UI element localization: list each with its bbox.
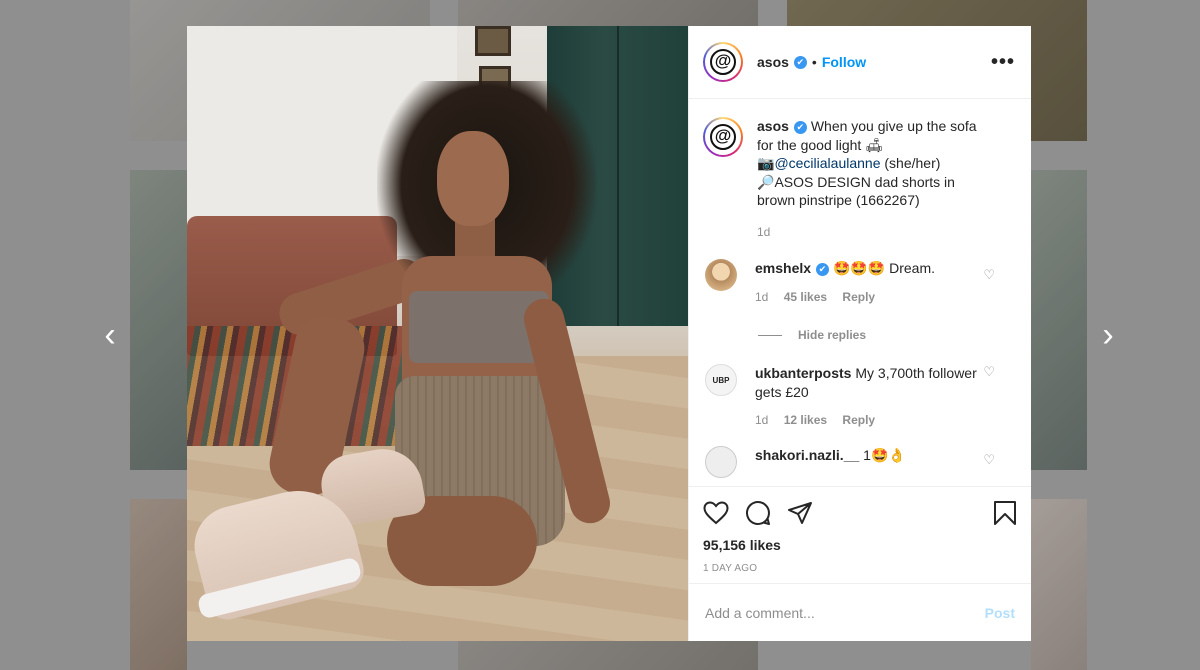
magnifier-icon: 🔎 <box>757 173 775 190</box>
verified-badge-icon: ✔ <box>816 262 830 276</box>
comment-row: shakori.nazli.__ 1🤩👌 ♡ <box>705 445 1015 478</box>
likes-count[interactable]: 95,156 likes <box>703 537 1017 553</box>
post-modal: @ asos ✔ • Follow ••• @ asos ✔ When you g… <box>187 26 1031 641</box>
verified-badge-icon: ✔ <box>793 120 807 134</box>
product-text: ASOS DESIGN dad shorts in brown pinstrip… <box>757 173 955 209</box>
comment-username[interactable]: shakori.nazli.__ <box>755 447 859 463</box>
verified-badge-icon: ✔ <box>793 55 807 69</box>
comments-list[interactable]: @ asos ✔ When you give up the sofa for th… <box>689 99 1031 486</box>
next-arrow-icon[interactable]: › <box>1093 315 1123 355</box>
comment-body: ukbanterposts My 3,700th follower gets £… <box>755 364 985 430</box>
action-icons <box>703 497 1017 529</box>
mention-link[interactable]: @cecilialaulanne <box>774 155 880 171</box>
caption-line: When you give up the sofa for the good l… <box>757 118 977 153</box>
caption-row: @ asos ✔ When you give up the sofa for th… <box>703 117 1015 241</box>
background-tile[interactable] <box>1031 499 1087 670</box>
more-options-icon[interactable]: ••• <box>991 51 1015 74</box>
comment-text: 1🤩👌 <box>863 446 906 463</box>
avatar[interactable] <box>705 259 737 291</box>
small-heart-icon[interactable]: ♡ <box>983 267 995 283</box>
add-comment-bar: Post <box>689 583 1031 641</box>
post-comment-button[interactable]: Post <box>985 605 1015 621</box>
post-username[interactable]: asos <box>757 54 789 70</box>
caption-text: asos ✔ When you give up the sofa for the … <box>757 117 987 241</box>
bookmark-icon[interactable] <box>993 500 1017 526</box>
pronouns: (she/her) <box>884 155 941 171</box>
asos-logo-icon: @ <box>710 49 736 75</box>
comment-text: 🤩🤩🤩 Dream. <box>832 260 936 276</box>
comment-icon[interactable] <box>745 500 771 526</box>
small-heart-icon[interactable]: ♡ <box>983 452 995 468</box>
comment-time[interactable]: 1d <box>755 290 768 304</box>
avatar[interactable] <box>705 445 737 478</box>
hide-replies-button[interactable]: Hide replies <box>758 328 1015 342</box>
separator-dot: • <box>811 54 817 70</box>
background-tile[interactable] <box>458 641 758 670</box>
comment-body: shakori.nazli.__ 1🤩👌 <box>755 446 985 465</box>
post-photo[interactable] <box>187 26 688 641</box>
follow-button[interactable]: Follow <box>822 54 866 70</box>
reply-button[interactable]: Reply <box>842 413 875 427</box>
caption-username[interactable]: asos <box>757 118 789 134</box>
heart-icon[interactable] <box>703 501 729 525</box>
comment-likes[interactable]: 12 likes <box>784 413 827 427</box>
comment-row: UBP ukbanterposts My 3,700th follower ge… <box>705 364 1015 430</box>
avatar[interactable]: UBP <box>705 364 737 396</box>
background-tile[interactable] <box>458 0 758 26</box>
comment-username[interactable]: ukbanterposts <box>755 365 851 381</box>
comment-body: emshelx ✔ 🤩🤩🤩 Dream. 1d 45 likes Reply <box>755 259 985 306</box>
asos-logo-icon: @ <box>710 124 736 150</box>
reply-button[interactable]: Reply <box>842 290 875 304</box>
comment-likes[interactable]: 45 likes <box>784 290 827 304</box>
avatar[interactable]: @ <box>703 42 743 82</box>
small-heart-icon[interactable]: ♡ <box>983 364 995 380</box>
comment-input[interactable] <box>705 604 985 621</box>
share-icon[interactable] <box>787 501 813 525</box>
post-header: @ asos ✔ • Follow ••• <box>689 26 1031 99</box>
background-tile[interactable] <box>130 499 187 670</box>
post-side-panel: @ asos ✔ • Follow ••• @ asos ✔ When you g… <box>688 26 1031 641</box>
comment-row: emshelx ✔ 🤩🤩🤩 Dream. 1d 45 likes Reply ♡ <box>705 259 1015 306</box>
background-tile[interactable] <box>130 170 187 470</box>
camera-icon: 📷 <box>757 155 775 171</box>
avatar[interactable]: @ <box>703 117 743 157</box>
caption-time[interactable]: 1d <box>757 225 770 239</box>
comment-time[interactable]: 1d <box>755 413 768 427</box>
post-actions: 95,156 likes 1 DAY AGO <box>689 486 1031 583</box>
previous-arrow-icon[interactable]: ‹ <box>95 315 125 355</box>
posted-time[interactable]: 1 DAY AGO <box>703 563 1017 574</box>
background-tile[interactable] <box>1031 170 1087 470</box>
comment-username[interactable]: emshelx <box>755 260 811 276</box>
